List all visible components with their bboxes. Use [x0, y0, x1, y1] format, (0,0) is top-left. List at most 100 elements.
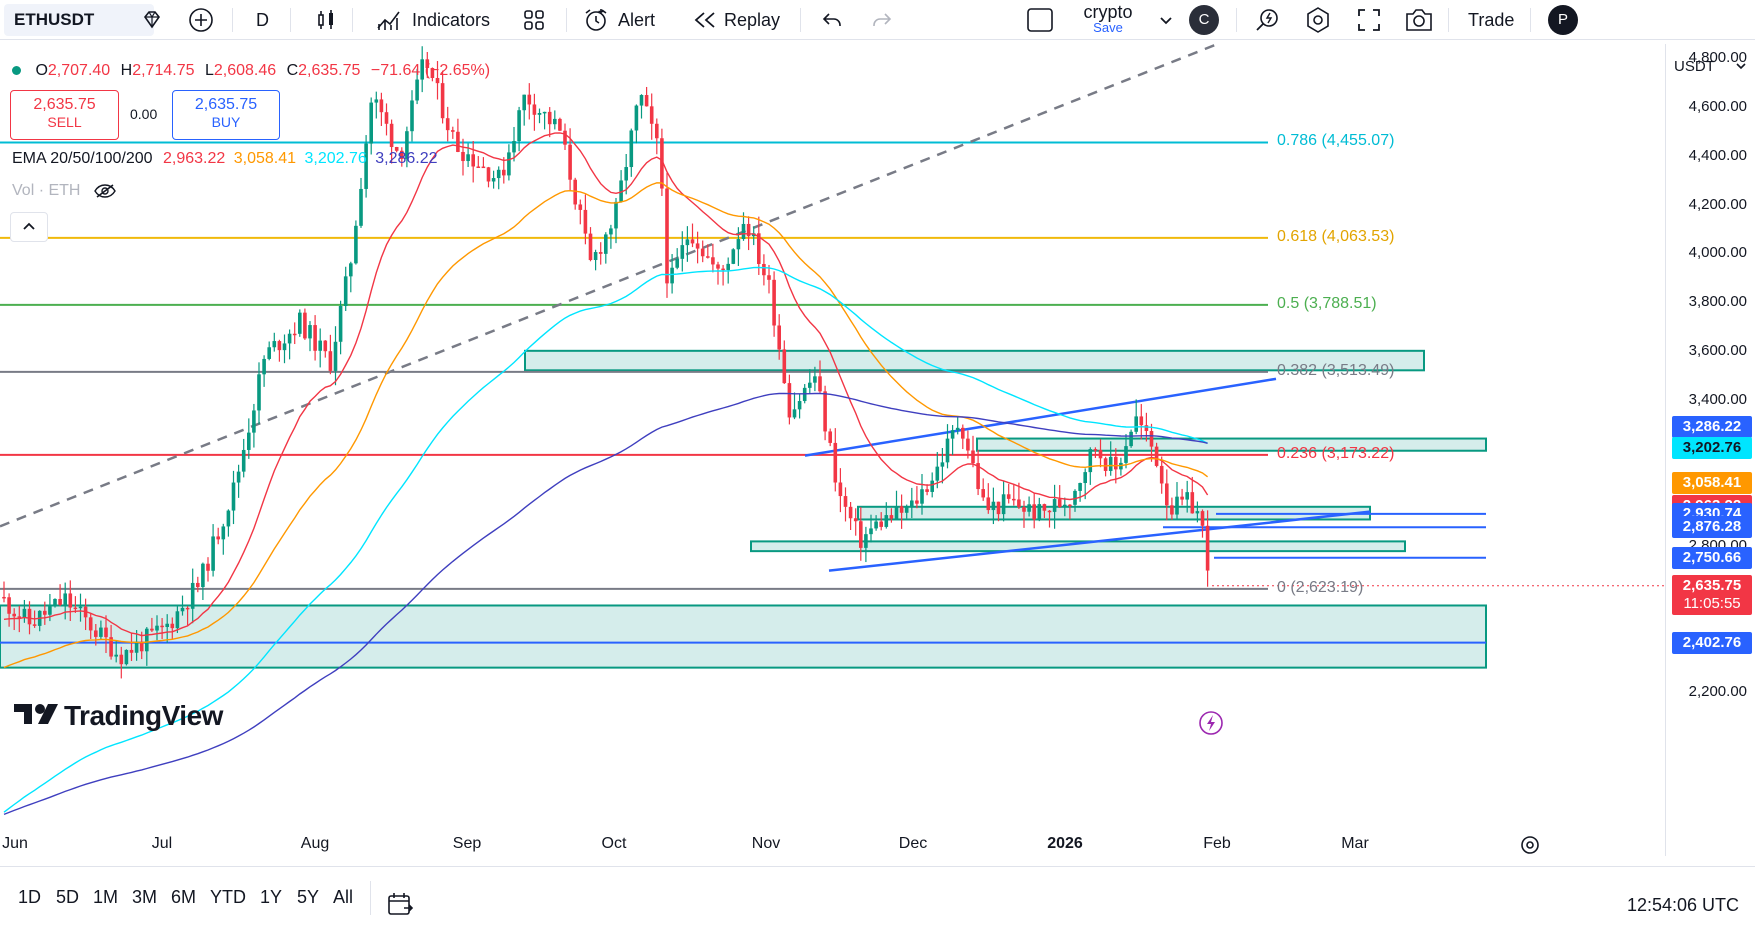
candle-body [537, 113, 542, 115]
range-button[interactable]: 3M [132, 887, 157, 908]
candle-body [680, 245, 685, 259]
fib-level-label: 0 (2,623.19) [1277, 578, 1364, 596]
camera-icon[interactable] [1404, 0, 1434, 40]
candle-body [522, 94, 526, 111]
time-tick: Feb [1203, 835, 1231, 852]
candle-body [981, 489, 985, 498]
candle-body [241, 449, 246, 472]
candle-body [165, 623, 169, 628]
candle-body [904, 507, 909, 513]
candle-body [78, 606, 83, 609]
trade-button[interactable]: Trade [1468, 0, 1514, 40]
fullscreen-icon[interactable] [1356, 0, 1382, 40]
replay-label: Replay [724, 9, 781, 30]
undo-icon[interactable] [820, 0, 844, 40]
time-axis[interactable]: Jun Jul Aug Sep Oct Nov Dec 2026 Feb Mar [0, 835, 1665, 857]
candle-body [578, 204, 583, 210]
ema200-value: 3,286.22 [375, 150, 438, 167]
fib-level-label: 0.382 (3,513.49) [1277, 361, 1395, 379]
indicators-button[interactable]: Indicators [376, 0, 490, 40]
compare-add-icon[interactable] [188, 0, 214, 40]
candle-body [68, 593, 73, 608]
candle-body [267, 347, 271, 359]
lightning-event-icon[interactable] [1198, 710, 1224, 736]
candle-body [935, 466, 940, 481]
templates-grid-icon[interactable] [522, 0, 546, 40]
range-button[interactable]: All [333, 887, 353, 908]
interval-button[interactable]: D [256, 0, 269, 40]
favorite-icon[interactable] [140, 0, 164, 40]
replay-button[interactable]: Replay [692, 0, 780, 40]
candle-body [445, 118, 450, 131]
candle-body [466, 154, 470, 162]
range-button[interactable]: 5D [56, 887, 79, 908]
candle-body [517, 110, 521, 142]
time-axis-settings-icon[interactable] [1518, 833, 1542, 862]
buy-button[interactable]: 2,635.75 BUY [172, 90, 280, 140]
divider [1236, 8, 1237, 32]
candle-body [410, 100, 414, 132]
candle-body [22, 608, 27, 618]
candle-body [461, 151, 465, 162]
avatar[interactable]: C [1189, 5, 1219, 35]
high-label: H [120, 62, 133, 79]
range-button[interactable]: 1Y [260, 887, 282, 908]
candle-body [185, 607, 190, 610]
candle-body [1129, 431, 1133, 447]
range-button[interactable]: YTD [210, 887, 246, 908]
candle-body [257, 374, 261, 411]
status-dot-icon [12, 66, 21, 75]
candle-body [415, 79, 419, 101]
range-button[interactable]: 6M [171, 887, 196, 908]
price-axis[interactable]: USDT 4,800.00 4,600.00 4,400.00 4,200.00 4,0… [1665, 44, 1755, 856]
date-range-icon[interactable] [386, 891, 414, 922]
layout-name-button[interactable]: crypto Save [1078, 2, 1138, 35]
redo-icon[interactable] [870, 0, 894, 40]
supply-demand-zone [976, 437, 1487, 452]
collapse-legend-button[interactable] [10, 212, 48, 242]
settings-gear-icon[interactable] [1304, 0, 1332, 40]
chevron-up-icon [23, 222, 35, 230]
range-button[interactable]: 1M [93, 887, 118, 908]
eye-hidden-icon[interactable] [93, 182, 117, 199]
time-tick: Oct [601, 835, 627, 852]
candle-body [670, 267, 674, 284]
candle-body [1093, 449, 1098, 451]
symbol-label[interactable]: ETHUSDT [14, 0, 94, 40]
candle-body [792, 409, 797, 418]
price-tick: 4,400.00 [1688, 146, 1747, 164]
ema100-value: 3,202.76 [304, 150, 367, 167]
top-toolbar: ETHUSDT D Indicators Alert Replay crypto… [0, 0, 1755, 40]
range-button[interactable]: 1D [18, 887, 41, 908]
utc-clock[interactable]: 12:54:06 UTC [1627, 895, 1739, 916]
candle-body [313, 325, 317, 351]
candle-body [502, 169, 506, 176]
buy-price: 2,635.75 [194, 96, 258, 113]
publish-button[interactable]: P [1548, 5, 1578, 35]
sell-label: SELL [47, 114, 82, 130]
candle-body [359, 188, 363, 226]
candle-body [838, 482, 843, 497]
candle-body [971, 450, 975, 464]
sell-button[interactable]: 2,635.75 SELL [10, 90, 119, 140]
fib-level-label: 0.5 (3,788.51) [1277, 294, 1377, 312]
candle-body [1185, 492, 1189, 500]
chart-pane[interactable]: O2,707.40 H2,714.75 L2,608.46 C 2,635.75 … [0, 44, 1665, 856]
range-button[interactable]: 5Y [297, 887, 319, 908]
price-tick: 4,200.00 [1688, 195, 1747, 213]
alert-button[interactable]: Alert [582, 0, 655, 40]
candle-body [236, 471, 241, 483]
candle-body [813, 376, 817, 383]
quick-search-icon[interactable] [1254, 0, 1282, 40]
candle-body [644, 95, 649, 107]
candles-chart-type-icon[interactable] [314, 0, 338, 40]
candle-body [379, 99, 384, 113]
candle-body [1195, 511, 1200, 514]
chevron-down-icon[interactable] [1158, 0, 1174, 40]
candle-body [700, 248, 705, 257]
bar-countdown: 11:05:55 [1683, 594, 1741, 612]
candle-body [1027, 504, 1031, 512]
layout-select-icon[interactable] [1026, 0, 1054, 40]
candle-body [945, 438, 950, 463]
candle-body [634, 105, 639, 131]
